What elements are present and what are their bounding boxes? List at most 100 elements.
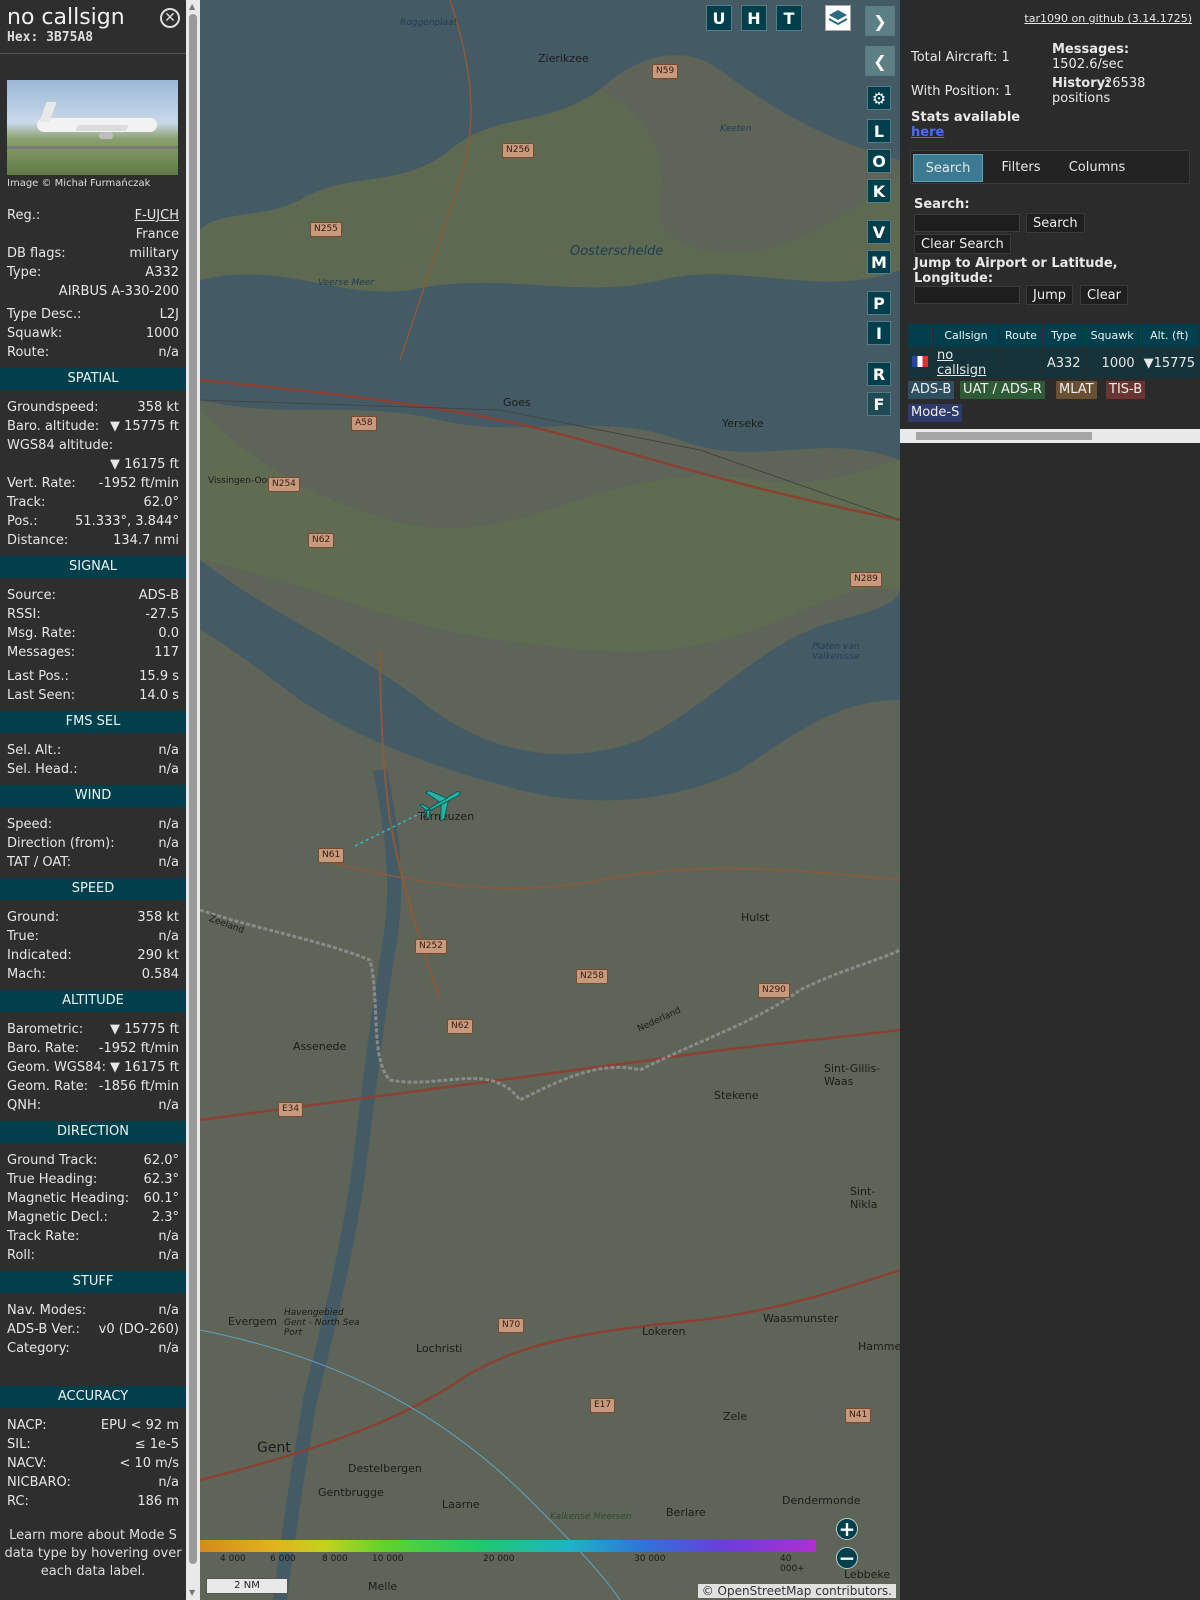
col-squawk[interactable]: Squawk <box>1084 323 1140 348</box>
section-header: ALTITUDE <box>0 990 186 1012</box>
left-scrollbar[interactable]: ▲ ▼ <box>186 0 200 1600</box>
aircraft-photo[interactable] <box>7 80 178 175</box>
info-label[interactable]: Direction (from): <box>7 834 115 853</box>
info-label[interactable]: NACV: <box>7 1454 47 1473</box>
info-label[interactable]: Roll: <box>7 1246 35 1265</box>
info-label[interactable]: Indicated: <box>7 946 72 965</box>
zoom-in-icon[interactable]: + <box>836 1518 858 1540</box>
info-value: n/a <box>158 1229 179 1244</box>
info-label[interactable]: Pos.: <box>7 512 38 531</box>
aircraft-icon[interactable] <box>420 782 464 822</box>
settings-gear-icon[interactable]: ⚙ <box>867 86 891 110</box>
info-label[interactable]: NICBARO: <box>7 1473 71 1492</box>
info-label[interactable]: Type Desc.: <box>7 305 81 324</box>
map-view[interactable]: Zierikzee Goes Yerseke Terneuzen Hulst A… <box>200 0 900 1600</box>
info-label[interactable]: NACP: <box>7 1416 47 1435</box>
info-label[interactable]: Last Pos.: <box>7 667 69 686</box>
info-label[interactable]: Ground Track: <box>7 1151 97 1170</box>
button-h[interactable]: H <box>741 5 767 31</box>
info-label[interactable]: Nav. Modes: <box>7 1301 86 1320</box>
info-label[interactable]: Baro. Rate: <box>7 1039 79 1058</box>
info-label[interactable]: Squawk: <box>7 324 62 343</box>
info-value: v0 (DO-260) <box>98 1322 179 1337</box>
scroll-up-arrow[interactable]: ▲ <box>189 2 195 11</box>
info-label[interactable]: RC: <box>7 1492 29 1511</box>
info-row: Type: A332 <box>0 263 186 282</box>
info-label[interactable]: Track: <box>7 493 45 512</box>
tab-columns[interactable]: Columns <box>1057 154 1137 182</box>
info-label[interactable]: Geom. WGS84: <box>7 1058 106 1077</box>
button-r[interactable]: R <box>867 362 891 386</box>
zoom-out-icon[interactable]: − <box>836 1547 858 1569</box>
info-label[interactable]: Sel. Head.: <box>7 760 78 779</box>
row-callsign[interactable]: no callsign <box>932 347 1000 379</box>
info-label[interactable]: Distance: <box>7 531 68 550</box>
info-label[interactable]: Messages: <box>7 643 75 662</box>
col-altitude[interactable]: Alt. (ft) <box>1138 323 1200 348</box>
jump-input[interactable] <box>914 286 1020 304</box>
button-l[interactable]: L <box>867 119 891 143</box>
expand-right-icon[interactable]: ❯ <box>865 6 895 36</box>
info-label[interactable]: Type: <box>7 263 41 282</box>
info-label[interactable]: DB flags: <box>7 244 66 263</box>
clear-button[interactable]: Clear <box>1080 285 1128 305</box>
info-label[interactable]: Category: <box>7 1339 70 1358</box>
info-label[interactable]: True Heading: <box>7 1170 97 1189</box>
search-button[interactable]: Search <box>1026 213 1085 233</box>
button-p[interactable]: P <box>867 291 891 315</box>
info-label[interactable]: Geom. Rate: <box>7 1077 88 1096</box>
col-route[interactable]: Route <box>998 323 1043 348</box>
info-label[interactable]: TAT / OAT: <box>7 853 71 872</box>
info-label[interactable]: Ground: <box>7 908 59 927</box>
col-callsign[interactable]: Callsign <box>932 323 1000 348</box>
button-k[interactable]: K <box>867 179 891 203</box>
info-label[interactable]: Magnetic Heading: <box>7 1189 129 1208</box>
info-label[interactable]: Route: <box>7 343 49 362</box>
hscroll-thumb[interactable] <box>916 432 1092 440</box>
info-label[interactable]: Barometric: <box>7 1020 83 1039</box>
button-u[interactable]: U <box>706 5 732 31</box>
tab-search[interactable]: Search <box>913 154 983 182</box>
info-label[interactable]: Groundspeed: <box>7 398 98 417</box>
info-label[interactable]: Vert. Rate: <box>7 474 76 493</box>
collapse-left-icon[interactable]: ❮ <box>865 46 895 76</box>
button-i[interactable]: I <box>867 321 891 345</box>
layers-icon[interactable] <box>825 5 851 31</box>
button-f[interactable]: F <box>867 392 891 416</box>
button-o[interactable]: O <box>867 149 891 173</box>
button-v[interactable]: V <box>867 220 891 244</box>
info-label[interactable]: WGS84 altitude: <box>7 436 113 455</box>
button-t[interactable]: T <box>776 5 802 31</box>
col-type[interactable]: Type <box>1041 323 1086 348</box>
search-input[interactable] <box>914 214 1020 232</box>
info-label[interactable]: Last Seen: <box>7 686 75 705</box>
info-label[interactable]: Track Rate: <box>7 1227 79 1246</box>
jump-button[interactable]: Jump <box>1026 285 1073 305</box>
button-m[interactable]: M <box>867 250 891 274</box>
info-value[interactable]: F-UJCH <box>135 206 179 225</box>
github-link[interactable]: tar1090 on github (3.14.1725) <box>1024 12 1192 25</box>
info-label[interactable]: True: <box>7 927 39 946</box>
info-label[interactable]: Source: <box>7 586 56 605</box>
info-label[interactable]: ADS-B Ver.: <box>7 1320 80 1339</box>
info-label[interactable]: Speed: <box>7 815 52 834</box>
table-hscrollbar[interactable] <box>900 429 1200 443</box>
legend-tick: 30 000 <box>634 1554 666 1564</box>
info-label[interactable]: SIL: <box>7 1435 31 1454</box>
info-label[interactable]: Msg. Rate: <box>7 624 76 643</box>
map-attribution[interactable]: © OpenStreetMap contributors. <box>697 1584 896 1598</box>
close-icon[interactable]: ✕ <box>160 8 180 28</box>
table-row[interactable]: no callsign A332 1000 ▼15775 <box>907 347 1200 379</box>
clear-search-button[interactable]: Clear Search <box>914 234 1011 254</box>
info-label[interactable]: Reg.: <box>7 206 40 225</box>
info-label[interactable]: QNH: <box>7 1096 41 1115</box>
stats-link[interactable]: here <box>911 125 944 140</box>
info-label[interactable]: RSSI: <box>7 605 41 624</box>
tab-filters[interactable]: Filters <box>987 154 1055 182</box>
info-label[interactable]: Sel. Alt.: <box>7 741 61 760</box>
scrollbar-thumb[interactable] <box>189 14 197 1564</box>
info-label[interactable]: Baro. altitude: <box>7 417 99 436</box>
info-label[interactable]: Magnetic Decl.: <box>7 1208 108 1227</box>
scroll-down-arrow[interactable]: ▼ <box>189 1588 195 1597</box>
info-label[interactable]: Mach: <box>7 965 46 984</box>
